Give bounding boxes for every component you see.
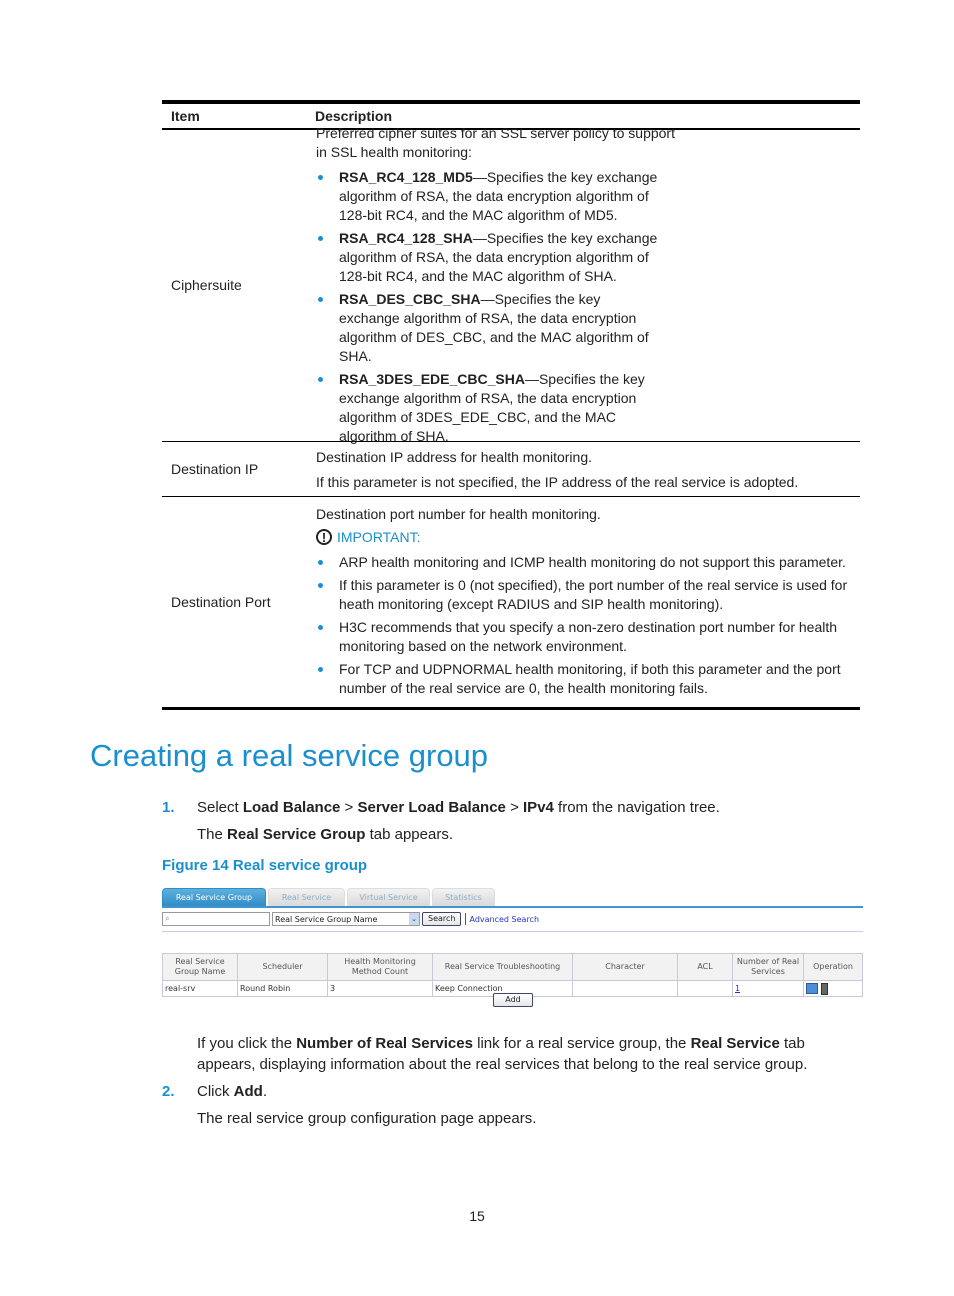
exclamation-circle-icon: ! <box>316 529 332 545</box>
cell-hm-count: 3 <box>327 980 433 997</box>
description-intro: Destination port number for health monit… <box>316 505 601 522</box>
figure-screenshot: Real Service Group Real Service Virtual … <box>162 886 863 997</box>
text: Click <box>197 1083 234 1100</box>
item-cell: Destination IP <box>171 460 259 477</box>
chevron-down-icon[interactable]: ⌄ <box>409 913 419 925</box>
tab-real-service[interactable]: Real Service <box>268 888 345 906</box>
separator: > <box>340 799 358 816</box>
text: tab appears. <box>365 826 453 843</box>
col-header: ACL <box>677 953 733 981</box>
search-input[interactable]: ⌕ <box>162 912 270 926</box>
cipher-name: RSA_RC4_128_MD5 <box>339 168 473 185</box>
item-cell: Ciphersuite <box>171 277 242 293</box>
description-line: If this parameter is not specified, the … <box>316 474 799 490</box>
search-icon: ⌕ <box>165 914 170 923</box>
table-row: Ciphersuite Preferred cipher suites for … <box>162 125 860 444</box>
text: If you click the <box>197 1035 297 1052</box>
search-divider <box>162 931 863 932</box>
list-item: RSA_DES_CBC_SHA—Specifies the key exchan… <box>316 290 661 366</box>
header-item: Item <box>171 108 200 124</box>
tab-statistics[interactable]: Statistics <box>432 888 495 906</box>
description-cell: Destination port number for health monit… <box>307 499 860 706</box>
col-header: Real Service Group Name <box>162 953 238 981</box>
menu-path-load-balance: Load Balance <box>242 799 341 816</box>
cell-name: real-srv <box>162 980 238 997</box>
step-2-result: The real service group configuration pag… <box>197 1110 537 1127</box>
text: Select <box>197 799 243 816</box>
search-button[interactable]: Search <box>422 912 462 926</box>
table-row: Destination Port Destination port number… <box>162 497 860 710</box>
trash-icon[interactable] <box>821 982 828 995</box>
separator: > <box>505 799 524 816</box>
menu-path-server-load-balance: Server Load Balance <box>357 799 506 816</box>
port-notes-list: ARP health monitoring and ICMP health mo… <box>316 553 852 698</box>
col-header: Character <box>572 953 678 981</box>
step-number: 2. <box>162 1083 175 1100</box>
col-header: Real Service Troubleshooting <box>432 953 573 981</box>
list-item: If this parameter is 0 (not specified), … <box>316 576 852 614</box>
cipher-name: RSA_3DES_EDE_CBC_SHA <box>339 370 525 387</box>
tab-virtual-service[interactable]: Virtual Service <box>347 888 430 906</box>
col-header: Health Monitoring Method Count <box>327 953 433 981</box>
text: . <box>262 1083 268 1100</box>
list-item: RSA_RC4_128_SHA—Specifies the key exchan… <box>316 229 661 286</box>
search-field-value: Real Service Group Name <box>275 914 378 924</box>
important-label: IMPORTANT: <box>337 528 421 545</box>
description-cell: Preferred cipher suites for an SSL serve… <box>307 118 860 454</box>
add-button[interactable]: Add <box>493 993 533 1007</box>
cell-scheduler: Round Robin <box>237 980 328 997</box>
num-real-services-link[interactable]: 1 <box>735 984 740 993</box>
bold-term: Number of Real Services <box>296 1035 473 1052</box>
cipher-list: RSA_RC4_128_MD5—Specifies the key exchan… <box>316 168 661 446</box>
table-row: Destination IP Destination IP address fo… <box>162 442 860 497</box>
col-header: Scheduler <box>237 953 328 981</box>
table-header-row: Real Service Group Name Scheduler Health… <box>162 953 863 981</box>
text: link for a real service group, the <box>472 1035 691 1052</box>
advanced-search-link[interactable]: Advanced Search <box>469 915 539 924</box>
parameter-table: Item Description Ciphersuite Preferred c… <box>162 100 860 710</box>
tab-name: Real Service Group <box>227 826 366 843</box>
item-cell: Destination Port <box>171 593 271 610</box>
list-item: ARP health monitoring and ICMP health mo… <box>316 553 852 572</box>
description-cell: Destination IP address for health monito… <box>307 442 860 496</box>
cipher-name: RSA_RC4_128_SHA <box>339 229 473 246</box>
tab-underline <box>162 906 863 908</box>
list-item: RSA_3DES_EDE_CBC_SHA—Specifies the key e… <box>316 370 661 446</box>
cell-operation <box>803 980 863 997</box>
col-header: Operation <box>803 953 863 981</box>
figure-caption: Figure 14 Real service group <box>162 857 368 874</box>
list-item: RSA_RC4_128_MD5—Specifies the key exchan… <box>316 168 661 225</box>
tab-bar: Real Service Group Real Service Virtual … <box>162 886 863 906</box>
step-1-result: The Real Service Group tab appears. <box>197 825 453 845</box>
step-text: Select Load Balance > Server Load Balanc… <box>197 798 720 818</box>
list-item: H3C recommends that you specify a non-ze… <box>316 618 852 656</box>
description-intro: Preferred cipher suites for an SSL serve… <box>316 124 675 160</box>
page-number: 15 <box>469 1208 485 1224</box>
section-heading: Creating a real service group <box>90 738 489 773</box>
cell-num-real-services: 1 <box>732 980 804 997</box>
cell-acl <box>677 980 733 997</box>
cell-character <box>572 980 678 997</box>
service-group-table: Real Service Group Name Scheduler Health… <box>162 953 863 997</box>
info-paragraph: If you click the Number of Real Services… <box>197 1033 867 1075</box>
divider <box>465 913 467 925</box>
tab-real-service-group[interactable]: Real Service Group <box>162 888 266 906</box>
text: The <box>197 826 228 843</box>
bold-term: Add <box>233 1083 263 1100</box>
search-bar: ⌕ Real Service Group Name ⌄ Search Advan… <box>162 910 863 928</box>
search-field-select[interactable]: Real Service Group Name ⌄ <box>272 912 420 926</box>
step-text: Click Add. <box>197 1082 267 1102</box>
step-number: 1. <box>162 799 175 816</box>
important-note: ! IMPORTANT: <box>316 528 852 547</box>
menu-path-ipv4: IPv4 <box>523 799 554 816</box>
list-item: For TCP and UDPNORMAL health monitoring,… <box>316 660 852 698</box>
bold-term: Real Service <box>690 1035 780 1052</box>
text: from the navigation tree. <box>553 799 720 816</box>
col-header: Number of Real Services <box>732 953 804 981</box>
cipher-name: RSA_DES_CBC_SHA <box>339 290 481 307</box>
description-line: Destination IP address for health monito… <box>316 449 593 465</box>
edit-icon[interactable] <box>806 983 818 994</box>
